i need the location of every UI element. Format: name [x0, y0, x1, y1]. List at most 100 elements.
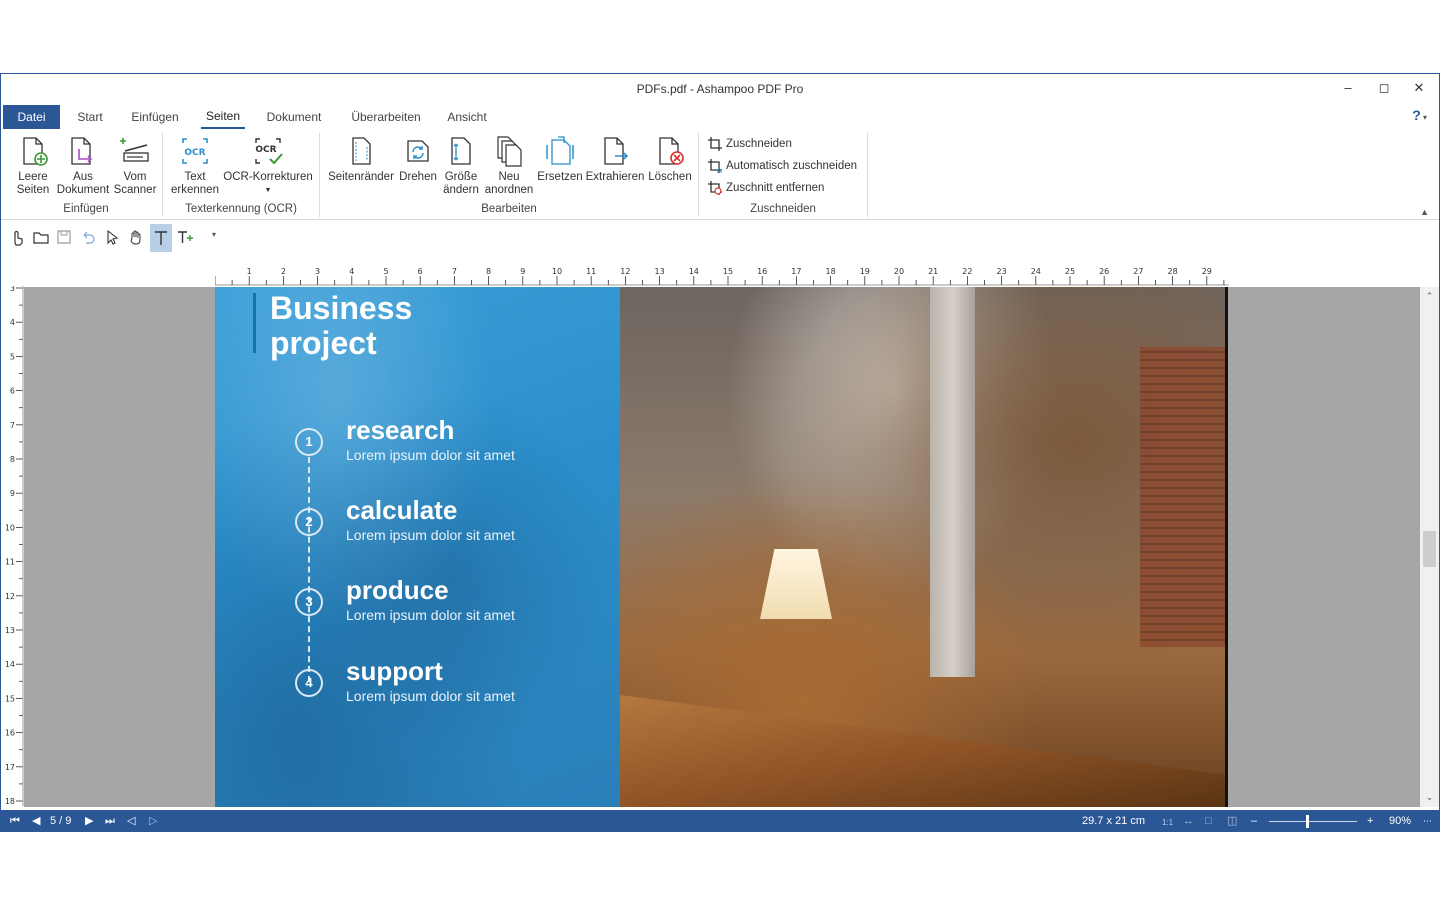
- delete-label: Löschen: [648, 171, 692, 183]
- scroll-up-icon[interactable]: ⌃: [1420, 291, 1439, 302]
- delete-button[interactable]: Löschen: [647, 135, 693, 184]
- ruler-label: 1: [247, 267, 252, 276]
- from-document-button[interactable]: Aus Dokument: [55, 135, 111, 197]
- ruler-label: 22: [962, 267, 972, 276]
- replace-button[interactable]: Ersetzen: [537, 135, 583, 184]
- ruler-label: 17: [791, 267, 801, 276]
- ruler-label: 4: [349, 267, 354, 276]
- office-photo: [620, 287, 1228, 807]
- ruler-label: 12: [620, 267, 630, 276]
- open-folder-icon[interactable]: [31, 227, 51, 247]
- resize-grip-icon[interactable]: ⋯: [1423, 814, 1432, 828]
- ruler-label: 28: [1168, 267, 1178, 276]
- zoom-in-icon[interactable]: +: [1367, 814, 1373, 828]
- zoom-level: 90%: [1389, 815, 1412, 827]
- scroll-down-icon[interactable]: ⌄: [1420, 792, 1439, 803]
- tab-einfuegen[interactable]: Einfügen: [125, 105, 185, 129]
- recognize-text-button[interactable]: OCR Text erkennen: [169, 135, 221, 197]
- step-number: 4: [295, 669, 323, 697]
- page-indicator[interactable]: 5 / 9: [50, 814, 71, 828]
- ruler-label: 6: [10, 387, 15, 396]
- from-scanner-button[interactable]: Vom Scanner: [113, 135, 157, 197]
- ruler-label: 15: [723, 267, 733, 276]
- save-icon[interactable]: [54, 227, 74, 247]
- pdf-page[interactable]: Business project 1 research Lorem ipsum …: [215, 287, 1230, 807]
- zoom-out-icon[interactable]: –: [1251, 814, 1257, 828]
- fit-width-icon[interactable]: ↔: [1183, 814, 1194, 828]
- ruler-label: 29: [1202, 267, 1212, 276]
- step-item: 3 produce Lorem ipsum dolor sit amet: [295, 575, 615, 635]
- blank-pages-button[interactable]: Leere Seiten: [13, 135, 53, 197]
- zoom-slider-knob[interactable]: [1305, 815, 1309, 828]
- help-icon[interactable]: ? ▾: [1412, 107, 1427, 123]
- rotate-icon: [407, 140, 429, 162]
- zoom-slider[interactable]: [1269, 815, 1357, 828]
- from-document-label-1: Aus: [73, 171, 93, 183]
- tab-datei[interactable]: Datei: [3, 105, 60, 129]
- minimize-button[interactable]: –: [1340, 80, 1356, 96]
- rearrange-label-1: Neu: [498, 171, 520, 183]
- page-margins-icon: [352, 137, 371, 165]
- select-cursor-icon[interactable]: [102, 227, 122, 247]
- next-page-icon[interactable]: ▶: [85, 814, 93, 828]
- group-label-zuschneiden: Zuschneiden: [750, 203, 816, 215]
- ruler-label: 13: [655, 267, 665, 276]
- scroll-thumb[interactable]: [1423, 531, 1436, 567]
- touch-mode-icon[interactable]: [7, 227, 27, 247]
- tab-ueberarbeiten[interactable]: Überarbeiten: [346, 105, 426, 129]
- from-scanner-label-2: Scanner: [113, 184, 157, 196]
- forward-icon[interactable]: ▷: [149, 814, 157, 828]
- two-page-icon[interactable]: ◫: [1227, 814, 1237, 828]
- close-button[interactable]: ✕: [1411, 80, 1427, 96]
- tab-seiten[interactable]: Seiten: [201, 105, 245, 129]
- vertical-scrollbar[interactable]: ⌃ ⌄: [1420, 287, 1439, 807]
- step-title: research: [346, 415, 455, 445]
- undo-icon[interactable]: [78, 227, 98, 247]
- photo-table: [620, 695, 1228, 807]
- hand-tool-icon[interactable]: [126, 227, 146, 247]
- add-text-icon[interactable]: [175, 227, 195, 247]
- collapse-ribbon-icon[interactable]: ▲: [1420, 207, 1429, 217]
- resize-label-1: Größe: [444, 171, 478, 183]
- ruler-label: 10: [6, 523, 15, 532]
- step-subtitle: Lorem ipsum dolor sit amet: [346, 447, 515, 463]
- ruler-label: 7: [10, 421, 15, 430]
- actual-size-button[interactable]: 1:1: [1162, 816, 1173, 830]
- tab-start[interactable]: Start: [69, 105, 111, 129]
- tab-ansicht[interactable]: Ansicht: [442, 105, 492, 129]
- first-page-icon[interactable]: ⏮: [10, 814, 20, 828]
- tab-dokument[interactable]: Dokument: [262, 105, 326, 129]
- maximize-button[interactable]: ◻: [1376, 80, 1392, 96]
- document-canvas[interactable]: Business project 1 research Lorem ipsum …: [24, 287, 1420, 807]
- step-title: support: [346, 656, 443, 686]
- step-number: 2: [295, 508, 323, 536]
- step-subtitle: Lorem ipsum dolor sit amet: [346, 607, 515, 623]
- ruler-label: 11: [586, 267, 596, 276]
- crop-button[interactable]: Zuschneiden: [708, 135, 792, 153]
- text-tool-button[interactable]: [150, 224, 172, 252]
- resize-button[interactable]: Größe ändern: [440, 135, 482, 197]
- remove-crop-button[interactable]: Zuschnitt entfernen: [708, 179, 824, 197]
- resize-label-2: ändern: [443, 184, 479, 196]
- rearrange-pages-icon: [497, 136, 522, 167]
- from-document-label-2: Dokument: [56, 184, 110, 196]
- rotate-button[interactable]: Drehen: [397, 135, 439, 184]
- ruler-label: 12: [6, 592, 15, 601]
- page-margins-button[interactable]: Seitenränder: [326, 135, 396, 184]
- extract-button[interactable]: Extrahieren: [585, 135, 645, 184]
- step-subtitle: Lorem ipsum dolor sit amet: [346, 527, 515, 543]
- previous-page-icon[interactable]: ◀: [32, 814, 40, 828]
- auto-crop-button[interactable]: A Automatisch zuschneiden: [708, 157, 857, 175]
- last-page-icon[interactable]: ⏭: [105, 814, 115, 828]
- step-item: 1 research Lorem ipsum dolor sit amet: [295, 415, 615, 475]
- step-title: produce: [346, 575, 449, 605]
- ruler-label: 8: [486, 267, 491, 276]
- back-icon[interactable]: ◁: [127, 814, 135, 828]
- customize-toolbar-icon[interactable]: ▾: [204, 227, 224, 247]
- ruler-label: 15: [6, 694, 15, 703]
- ocr-corrections-button[interactable]: OCR OCR-Korrekturen ▼: [223, 135, 313, 197]
- delete-page-icon: [659, 137, 684, 165]
- photo-brick-wall: [1140, 347, 1228, 647]
- fit-page-icon[interactable]: □: [1205, 814, 1212, 828]
- rearrange-button[interactable]: Neu anordnen: [483, 135, 535, 197]
